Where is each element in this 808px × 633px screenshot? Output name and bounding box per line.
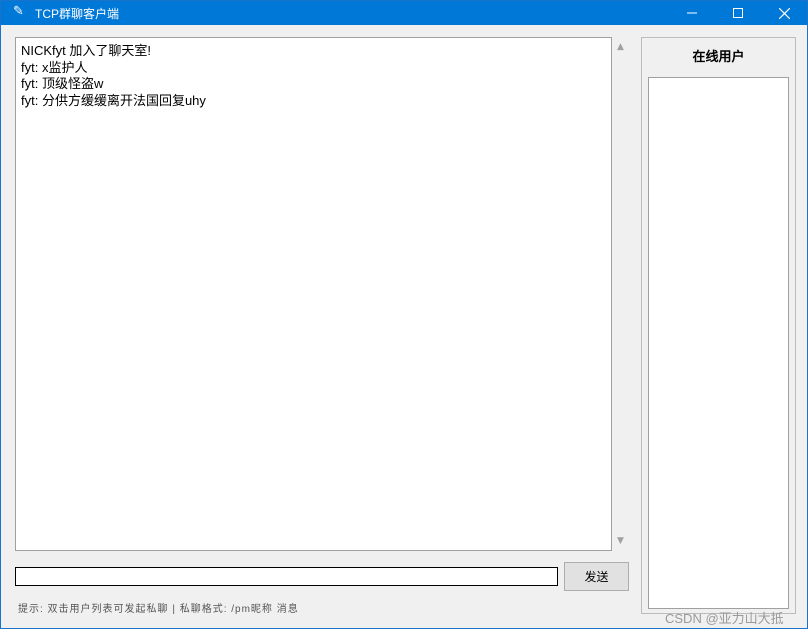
minimize-icon	[687, 12, 697, 14]
scroll-up-arrow-icon[interactable]: ▲	[612, 39, 629, 55]
chat-message: NICKfyt 加入了聊天室!	[21, 43, 152, 58]
send-button[interactable]: 发送	[564, 562, 629, 591]
maximize-icon	[733, 8, 743, 18]
chat-message: fyt: 分供方缓缓离开法国回复uhy	[21, 92, 206, 108]
feather-icon: ✎	[13, 4, 24, 19]
maximize-button[interactable]	[715, 1, 761, 25]
online-users-panel: 在线用户	[641, 37, 796, 614]
chat-scrollbar[interactable]: ▲ ▼	[612, 37, 629, 551]
title-bar[interactable]: ✎ TCP群聊客户端	[1, 1, 807, 25]
scroll-down-arrow-icon[interactable]: ▼	[612, 533, 629, 549]
message-input[interactable]	[15, 567, 558, 586]
close-button[interactable]	[761, 1, 807, 25]
hint-text: 提示: 双击用户列表可发起私聊 | 私聊格式: /pm昵称 消息	[18, 604, 299, 615]
online-users-title: 在线用户	[692, 49, 745, 64]
online-users-list[interactable]	[648, 77, 789, 609]
minimize-button[interactable]	[669, 1, 715, 25]
chat-message: fyt: 顶级怪盗w	[21, 76, 104, 91]
chat-lines: NICKfyt 加入了聊天室! fyt: x监护人 fyt: 顶级怪盗w fyt…	[21, 43, 206, 109]
window-title: TCP群聊客户端	[35, 7, 120, 21]
watermark: CSDN @亚力山大抵	[665, 611, 784, 626]
chat-client-window: ✎ TCP群聊客户端 NICKfyt 加入了聊天室! fyt: x监护人 fyt…	[0, 0, 808, 629]
close-icon	[778, 7, 790, 19]
chat-history[interactable]: NICKfyt 加入了聊天室! fyt: x监护人 fyt: 顶级怪盗w fyt…	[15, 37, 612, 551]
chat-message: fyt: x监护人	[21, 59, 88, 75]
